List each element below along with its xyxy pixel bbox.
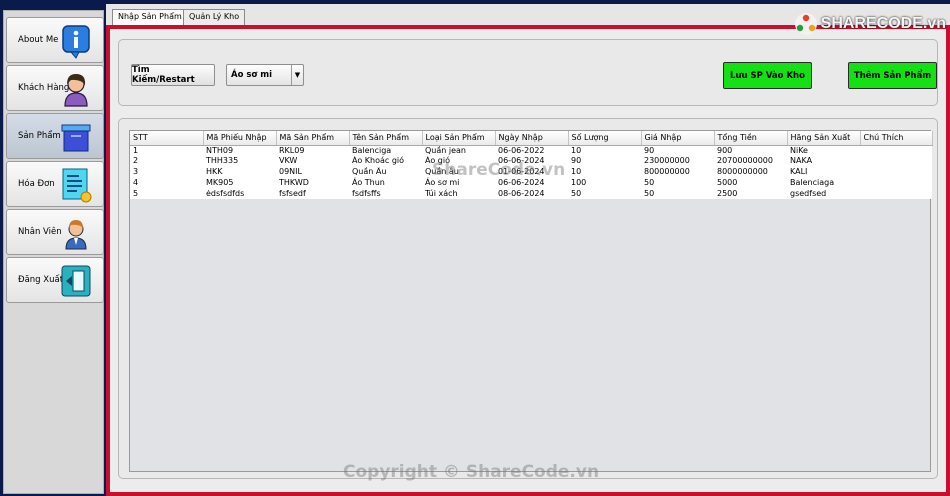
column-header[interactable]: Mã Sản Phẩm xyxy=(276,131,350,146)
sidebar: About Me Khách Hàng Sản Phẩm Hóa Đơn Nhâ… xyxy=(3,10,104,494)
tab-quan-ly-kho[interactable]: Quản Lý Kho xyxy=(183,9,246,25)
table-cell: VKW xyxy=(276,155,349,167)
table-cell: ėdsfsdfds xyxy=(203,188,276,199)
table-cell: 800000000 xyxy=(641,166,714,178)
employee-icon xyxy=(65,220,87,250)
table-cell: THKWD xyxy=(276,177,349,189)
table-cell: Balenciga xyxy=(349,145,422,156)
column-header[interactable]: Chú Thích xyxy=(860,131,933,146)
table-cell: 50 xyxy=(641,188,714,199)
product-box-icon xyxy=(61,124,91,152)
column-header[interactable]: Loại Sản Phẩm xyxy=(422,131,496,146)
table-header-row: STT Mã Phiếu Nhập Mã Sản Phẩm Tên Sản Ph… xyxy=(130,131,933,146)
table-cell: 10 xyxy=(568,145,641,156)
sidebar-item-label: Đăng Xuất xyxy=(18,275,64,285)
table-cell: HKK xyxy=(203,166,276,178)
table-cell: Áo Thun xyxy=(349,177,422,189)
logout-icon xyxy=(61,265,91,297)
toolbar-panel: Tìm Kiếm/Restart Áo sơ mi ▼ Lưu SP Vào K… xyxy=(118,39,938,106)
table-cell: fsdfsffs xyxy=(349,188,422,199)
table-cell xyxy=(860,155,932,167)
table-cell xyxy=(860,177,932,189)
table-cell: 90 xyxy=(568,155,641,167)
table-cell: Áo Khoác gió xyxy=(349,155,422,167)
table-cell: fsfsedf xyxy=(276,188,349,199)
sidebar-item-customers[interactable]: Khách Hàng xyxy=(6,65,104,111)
table-cell: gsedfsed xyxy=(787,188,860,199)
watermark-center: ShareCode.vn xyxy=(432,160,566,180)
table-cell: Quần jean xyxy=(422,145,495,156)
tab-nhap-san-pham[interactable]: Nhập Sản Phẩm xyxy=(112,9,188,25)
table-row[interactable]: 1 NTH09 RKL09 Balenciga Quần jean 06-06-… xyxy=(130,145,932,156)
column-header[interactable]: STT xyxy=(130,131,204,146)
table-cell: 100 xyxy=(568,177,641,189)
column-header[interactable]: Giá Nhập xyxy=(641,131,715,146)
table-cell: 900 xyxy=(714,145,787,156)
watermark-footer: Copyright © ShareCode.vn xyxy=(343,462,600,482)
column-header[interactable]: Tên Sản Phẩm xyxy=(349,131,423,146)
sharecode-logo-text: SHARECODE.vn xyxy=(820,15,946,32)
sidebar-item-label: About Me xyxy=(18,35,59,45)
sidebar-item-products[interactable]: Sản Phẩm xyxy=(6,113,104,159)
sharecode-logo-icon xyxy=(794,13,817,35)
sidebar-item-about-me[interactable]: About Me xyxy=(6,17,104,63)
main-area: Nhập Sản Phẩm Quản Lý Kho Tìm Kiếm/Resta… xyxy=(106,4,950,496)
table-cell: Balenciaga xyxy=(787,177,860,189)
table-cell: RKL09 xyxy=(276,145,349,156)
search-restart-button[interactable]: Tìm Kiếm/Restart xyxy=(131,64,215,86)
sidebar-item-logout[interactable]: Đăng Xuất xyxy=(6,257,104,303)
table-cell: MK905 xyxy=(203,177,276,189)
sidebar-item-invoices[interactable]: Hóa Đơn xyxy=(6,161,104,207)
add-product-button[interactable]: Thêm Sản Phẩm xyxy=(848,62,937,89)
table-cell xyxy=(860,188,932,199)
table-cell: NiKe xyxy=(787,145,860,156)
table-cell: 5000 xyxy=(714,177,787,189)
category-select[interactable]: Áo sơ mi ▼ xyxy=(226,64,304,86)
table-cell: THH335 xyxy=(203,155,276,167)
chevron-down-icon: ▼ xyxy=(291,65,303,85)
table-cell: 90 xyxy=(641,145,714,156)
table-cell xyxy=(860,166,932,178)
table-cell: 20700000000 xyxy=(714,155,787,167)
save-to-stock-button[interactable]: Lưu SP Vào Kho xyxy=(723,62,812,89)
product-table[interactable]: STT Mã Phiếu Nhập Mã Sản Phẩm Tên Sản Ph… xyxy=(129,130,933,472)
table-cell xyxy=(860,145,932,156)
sidebar-item-employees[interactable]: Nhân Viên xyxy=(6,209,104,255)
table-cell: 8000000000 xyxy=(714,166,787,178)
column-header[interactable]: Ngày Nhập xyxy=(495,131,569,146)
sharecode-logo: SHARECODE.vn xyxy=(794,12,946,36)
table-cell: 50 xyxy=(641,177,714,189)
sidebar-item-label: Sản Phẩm xyxy=(18,131,61,141)
sidebar-item-label: Hóa Đơn xyxy=(18,179,55,189)
sidebar-item-label: Nhân Viên xyxy=(18,227,62,237)
table-cell: 06-06-2022 xyxy=(495,145,568,156)
category-select-value: Áo sơ mi xyxy=(231,70,273,80)
table-cell: 5 xyxy=(130,188,203,199)
table-cell: 3 xyxy=(130,166,203,178)
table-row[interactable]: 5 ėdsfsdfds fsfsedf fsdfsffs Túi xách 08… xyxy=(130,188,932,199)
column-header[interactable]: Mã Phiếu Nhập xyxy=(203,131,277,146)
table-cell: 50 xyxy=(568,188,641,199)
table-cell: 2500 xyxy=(714,188,787,199)
table-cell: 2 xyxy=(130,155,203,167)
content-frame: Tìm Kiếm/Restart Áo sơ mi ▼ Lưu SP Vào K… xyxy=(106,25,950,496)
info-icon xyxy=(62,25,90,59)
column-header[interactable]: Hãng Sản Xuất xyxy=(787,131,861,146)
table-cell: 08-06-2024 xyxy=(495,188,568,199)
table-cell: 1 xyxy=(130,145,203,156)
table-cell: 09NIL xyxy=(276,166,349,178)
table-cell: Túi xách xyxy=(422,188,495,199)
table-cell: 10 xyxy=(568,166,641,178)
customer-avatar-icon xyxy=(64,74,88,107)
table-cell: 230000000 xyxy=(641,155,714,167)
invoice-icon xyxy=(62,168,92,203)
table-cell: 4 xyxy=(130,177,203,189)
column-header[interactable]: Số Lượng xyxy=(568,131,642,146)
table-cell: Quần Âu xyxy=(349,166,422,178)
table-cell: NTH09 xyxy=(203,145,276,156)
table-cell: NAKA xyxy=(787,155,860,167)
table-cell: KALI xyxy=(787,166,860,178)
column-header[interactable]: Tổng Tiền xyxy=(714,131,788,146)
